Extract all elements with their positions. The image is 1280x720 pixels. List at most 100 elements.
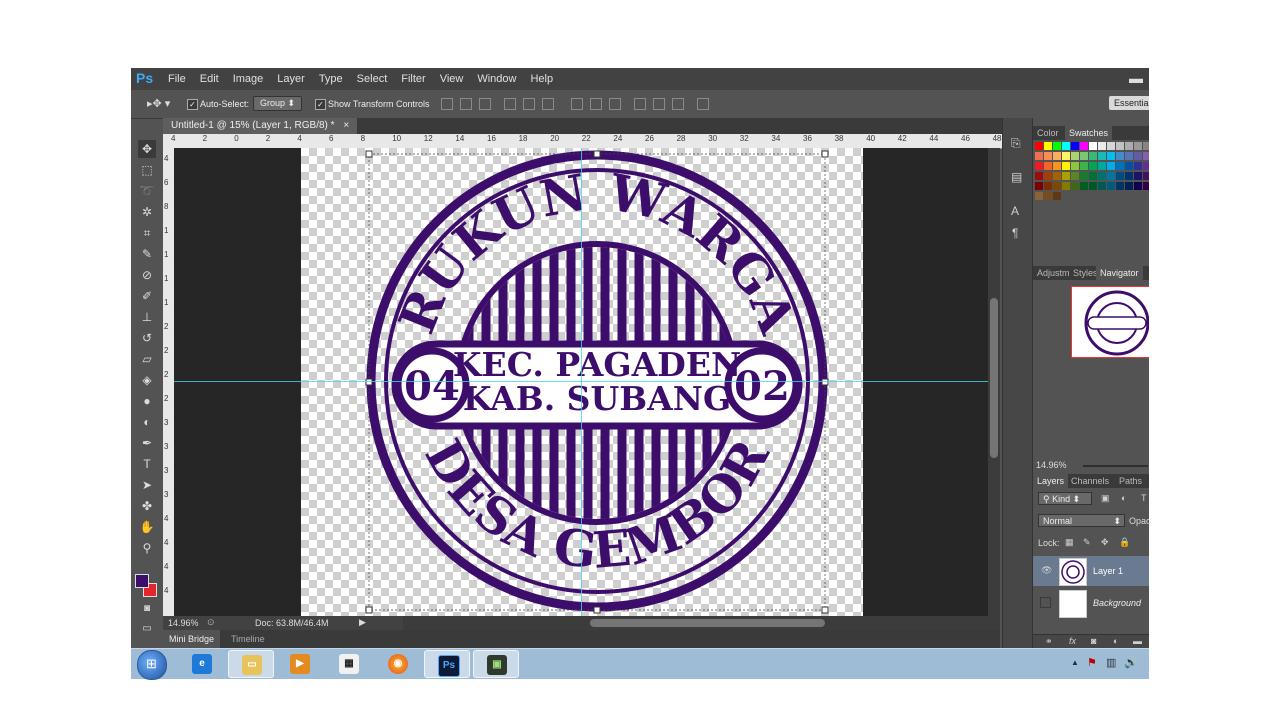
color-swatch[interactable] bbox=[1035, 162, 1043, 170]
color-swatch[interactable] bbox=[1107, 162, 1115, 170]
swatches-grid[interactable] bbox=[1035, 142, 1149, 212]
color-swatch[interactable] bbox=[1071, 162, 1079, 170]
tab-paths[interactable]: Paths bbox=[1115, 474, 1146, 488]
dodge-tool-icon[interactable]: ◐ bbox=[138, 413, 156, 431]
align-left-icon[interactable] bbox=[504, 98, 516, 110]
lasso-tool-icon[interactable]: ➰ bbox=[138, 182, 156, 200]
vertical-scroll-thumb[interactable] bbox=[990, 298, 998, 458]
color-swatch[interactable] bbox=[1089, 162, 1097, 170]
color-swatch[interactable] bbox=[1044, 152, 1052, 160]
status-options-icon[interactable]: ⊙ bbox=[207, 617, 215, 628]
rw-stamp-artwork[interactable]: RUKUN WARGA DESA GEMBOR KEC. PAGADEN KAB… bbox=[301, 148, 863, 616]
layer-row[interactable]: Background bbox=[1033, 588, 1149, 618]
color-swatch[interactable] bbox=[1125, 182, 1133, 190]
horizontal-scrollbar[interactable] bbox=[403, 616, 1000, 630]
color-swatch[interactable] bbox=[1089, 142, 1097, 150]
clone-stamp-tool-icon[interactable]: ⊥ bbox=[138, 308, 156, 326]
brush-tool-icon[interactable]: ✐ bbox=[138, 287, 156, 305]
color-swatch[interactable] bbox=[1098, 172, 1106, 180]
tab-layers[interactable]: Layers bbox=[1033, 474, 1069, 488]
color-swatch[interactable] bbox=[1134, 162, 1142, 170]
color-swatch[interactable] bbox=[1062, 172, 1070, 180]
blur-tool-icon[interactable]: ● bbox=[138, 392, 156, 410]
workspace-switcher[interactable]: Essentials bbox=[1109, 96, 1149, 110]
color-swatch[interactable] bbox=[1107, 142, 1115, 150]
tab-color[interactable]: Color bbox=[1033, 126, 1063, 140]
foreground-color-swatch[interactable] bbox=[135, 574, 149, 588]
fx-icon[interactable]: fx bbox=[1069, 636, 1076, 646]
adjustment-icon[interactable]: ◐ bbox=[1113, 636, 1118, 646]
color-swatch[interactable] bbox=[1089, 182, 1097, 190]
eraser-tool-icon[interactable]: ▱ bbox=[138, 350, 156, 368]
character-panel-icon[interactable]: A bbox=[1011, 204, 1019, 218]
align-bottom-icon[interactable] bbox=[479, 98, 491, 110]
color-swatch[interactable] bbox=[1116, 182, 1124, 190]
color-swatch[interactable] bbox=[1035, 182, 1043, 190]
marquee-tool-icon[interactable]: ⬚ bbox=[138, 161, 156, 179]
distribute-bottom-icon[interactable] bbox=[609, 98, 621, 110]
color-swatch[interactable] bbox=[1053, 192, 1061, 200]
show-hidden-icons[interactable]: ▲ bbox=[1071, 658, 1079, 667]
color-swatch[interactable] bbox=[1143, 172, 1149, 180]
folder-icon[interactable]: ▬ bbox=[1133, 636, 1142, 646]
actions-panel-icon[interactable]: ▤ bbox=[1011, 170, 1022, 184]
color-swatch[interactable] bbox=[1071, 142, 1079, 150]
color-swatch[interactable] bbox=[1125, 172, 1133, 180]
lock-image-icon[interactable]: ✎ bbox=[1083, 537, 1091, 548]
taskbar-explorer[interactable]: ▭ bbox=[228, 650, 274, 678]
status-menu-arrow-icon[interactable]: ▶ bbox=[359, 617, 366, 628]
transform-handle[interactable] bbox=[593, 606, 601, 614]
color-swatch[interactable] bbox=[1035, 142, 1043, 150]
color-swatch[interactable] bbox=[1035, 152, 1043, 160]
type-tool-icon[interactable]: T bbox=[138, 455, 156, 473]
color-swatch[interactable] bbox=[1062, 152, 1070, 160]
menu-layer[interactable]: Layer bbox=[277, 73, 305, 85]
layer-name[interactable]: Layer 1 bbox=[1093, 566, 1123, 576]
visibility-eye-icon[interactable]: 👁 bbox=[1041, 565, 1052, 576]
filter-pixel-icon[interactable]: ▣ bbox=[1101, 493, 1110, 504]
color-swatch[interactable] bbox=[1143, 142, 1149, 150]
history-brush-tool-icon[interactable]: ↺ bbox=[138, 329, 156, 347]
filter-adjustment-icon[interactable]: ◐ bbox=[1121, 493, 1126, 503]
transform-handle[interactable] bbox=[593, 150, 601, 158]
color-swatch[interactable] bbox=[1080, 142, 1088, 150]
mask-icon[interactable]: ◙ bbox=[1091, 636, 1096, 646]
color-swatch[interactable] bbox=[1143, 162, 1149, 170]
color-swatch[interactable] bbox=[1134, 142, 1142, 150]
magic-wand-tool-icon[interactable]: ✲ bbox=[138, 203, 156, 221]
color-swatch[interactable] bbox=[1035, 172, 1043, 180]
color-swatch[interactable] bbox=[1116, 162, 1124, 170]
navigator-preview[interactable] bbox=[1071, 286, 1149, 358]
color-swatch[interactable] bbox=[1062, 162, 1070, 170]
lock-position-icon[interactable]: ✥ bbox=[1101, 537, 1109, 548]
align-right-icon[interactable] bbox=[542, 98, 554, 110]
navigator-zoom-slider[interactable] bbox=[1083, 465, 1148, 467]
color-swatch[interactable] bbox=[1071, 152, 1079, 160]
color-swatch[interactable] bbox=[1098, 182, 1106, 190]
crop-tool-icon[interactable]: ⌗ bbox=[138, 224, 156, 242]
color-swatch[interactable] bbox=[1044, 192, 1052, 200]
menu-view[interactable]: View bbox=[440, 73, 464, 85]
color-swatch[interactable] bbox=[1044, 172, 1052, 180]
transform-handle[interactable] bbox=[365, 150, 373, 158]
volume-icon[interactable]: 🔊 bbox=[1124, 656, 1138, 669]
color-swatch[interactable] bbox=[1134, 172, 1142, 180]
blend-mode-dropdown[interactable]: Normal ⬍ bbox=[1038, 514, 1125, 527]
color-swatch[interactable] bbox=[1062, 142, 1070, 150]
path-selection-tool-icon[interactable]: ➤ bbox=[138, 476, 156, 494]
move-tool-preset-icon[interactable]: ▸✥ ▾ bbox=[147, 97, 170, 110]
color-swatch[interactable] bbox=[1134, 152, 1142, 160]
layer-name[interactable]: Background bbox=[1093, 598, 1141, 608]
tab-timeline[interactable]: Timeline bbox=[225, 630, 271, 648]
minimize-button[interactable]: ▬ bbox=[1129, 70, 1143, 86]
taskbar-media-player[interactable]: ▶ bbox=[277, 650, 323, 678]
color-swatch[interactable] bbox=[1134, 182, 1142, 190]
paint-bucket-tool-icon[interactable]: ◈ bbox=[138, 371, 156, 389]
color-swatch[interactable] bbox=[1044, 142, 1052, 150]
menu-edit[interactable]: Edit bbox=[200, 73, 219, 85]
taskbar-firefox[interactable]: ◉ bbox=[375, 650, 421, 678]
color-swatch[interactable] bbox=[1125, 152, 1133, 160]
paragraph-panel-icon[interactable]: ¶ bbox=[1012, 226, 1018, 240]
distribute-vcenter-icon[interactable] bbox=[590, 98, 602, 110]
quick-mask-icon[interactable]: ◙ bbox=[138, 600, 156, 618]
